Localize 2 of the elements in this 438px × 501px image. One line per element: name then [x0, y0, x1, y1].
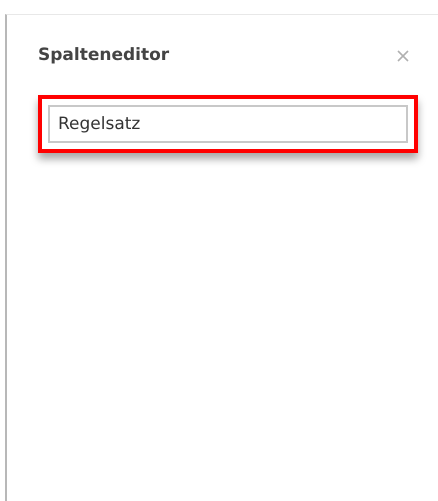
panel-title: Spalteneditor [38, 44, 170, 67]
text-input-field[interactable]: Regelsatz [48, 104, 408, 142]
